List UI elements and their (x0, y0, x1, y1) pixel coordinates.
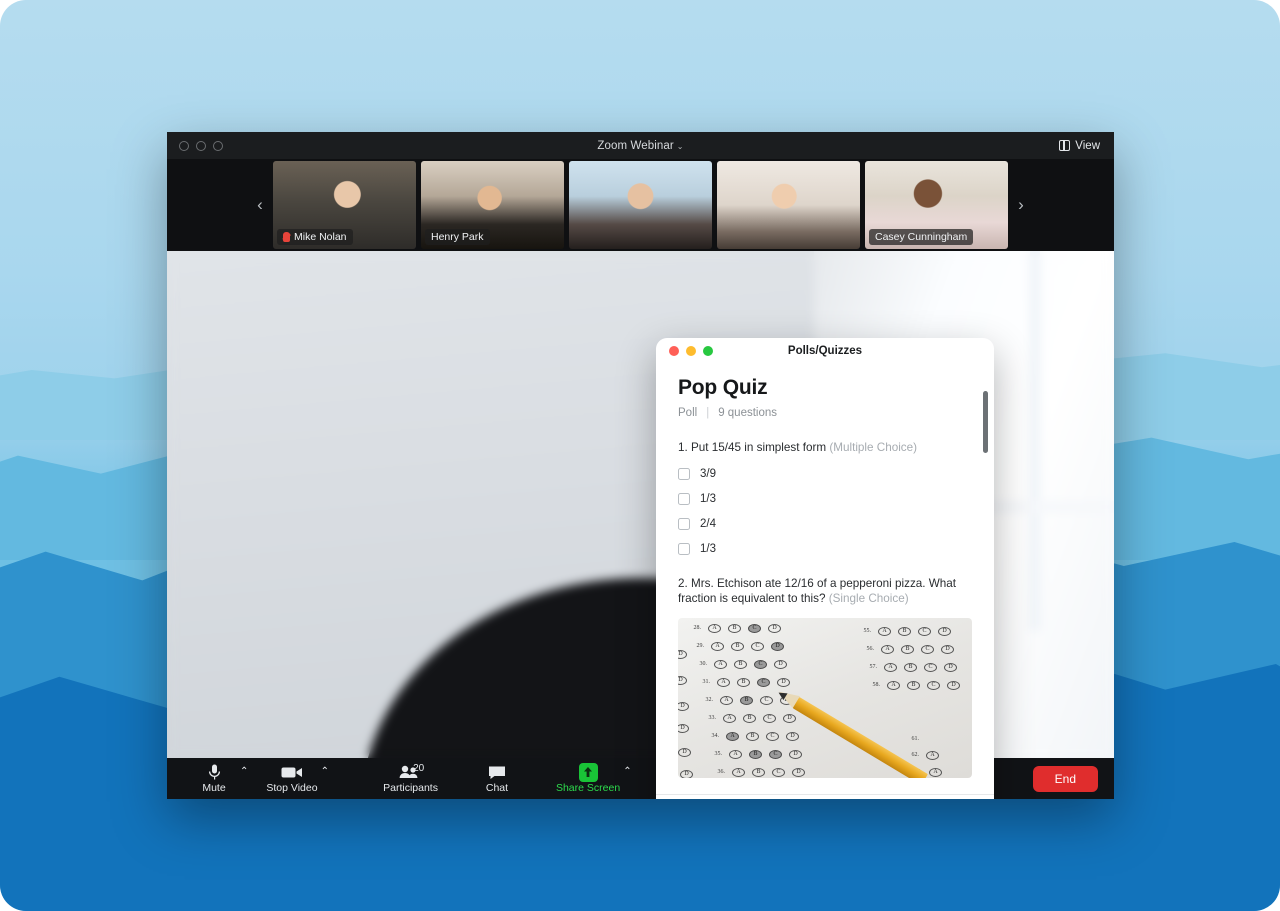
poll-option[interactable]: 3/9 (678, 468, 972, 481)
share-up-arrow-icon (578, 762, 598, 782)
toolbar-left-group: Mute ⌃ Stop Video ⌃ (191, 764, 331, 794)
mute-button-label: Mute (202, 781, 226, 794)
question-2-type: (Single Choice) (828, 591, 909, 605)
participant-name-badge: Casey Cunningham (869, 229, 974, 245)
share-screen-button-label: Share Screen (555, 781, 621, 794)
chat-button[interactable]: Chat (474, 764, 520, 794)
participants-button[interactable]: 20 Participants (383, 762, 438, 794)
participant-name-badge: Henry Park (425, 229, 490, 245)
question-text: 2. Mrs. Etchison ate 12/16 of a pepperon… (678, 577, 972, 606)
participant-name: Mike Nolan (294, 231, 347, 243)
end-meeting-button[interactable]: End (1032, 765, 1098, 792)
poll-question-count: 9 questions (718, 407, 778, 419)
video-options-caret-icon[interactable]: ⌃ (321, 767, 329, 777)
zoom-app-window: Zoom Webinar ⌄ View ‹ Mike Nolan Henry P… (167, 132, 1114, 799)
minimize-icon[interactable] (686, 346, 696, 356)
question-1-text: 1. Put 15/45 in simplest form (678, 441, 827, 454)
dialog-content: Pop Quiz Poll | 9 questions 1. Put 15/45… (656, 364, 994, 794)
stop-video-button-label: Stop Video (266, 781, 318, 794)
grid-view-icon (1059, 140, 1071, 151)
question-text: 1. Put 15/45 in simplest form (Multiple … (678, 441, 972, 455)
checkbox-icon[interactable] (678, 468, 690, 481)
option-label: 3/9 (700, 468, 716, 481)
checkbox-icon[interactable] (678, 543, 690, 556)
share-options-caret-icon[interactable]: ⌃ (623, 767, 631, 777)
participant-name: Henry Park (431, 231, 484, 243)
chevron-right-icon: › (1018, 195, 1024, 214)
question-2-text: 2. Mrs. Etchison ate 12/16 of a pepperon… (678, 577, 957, 605)
participant-tile[interactable] (569, 161, 712, 249)
filmstrip-next-button[interactable]: › (1000, 159, 1042, 251)
participant-name: Casey Cunningham (875, 231, 968, 243)
muted-microphone-icon (283, 232, 290, 242)
poll-question-2: 2. Mrs. Etchison ate 12/16 of a pepperon… (678, 577, 972, 778)
poll-question-1: 1. Put 15/45 in simplest form (Multiple … (678, 441, 972, 556)
dialog-window-controls[interactable] (669, 346, 713, 356)
dialog-scrollbar[interactable] (983, 391, 988, 453)
option-label: 1/3 (700, 543, 716, 556)
dialog-footer: Edit Poll Launch (656, 794, 994, 799)
close-icon[interactable] (179, 140, 189, 151)
view-button[interactable]: View (1059, 140, 1100, 152)
maximize-icon[interactable] (703, 346, 713, 356)
question-1-type: (Multiple Choice) (829, 441, 918, 454)
close-icon[interactable] (669, 346, 679, 356)
window-title: Zoom Webinar ⌄ (167, 140, 1114, 152)
checkbox-icon[interactable] (678, 518, 690, 531)
scantron-bubble-sheet-image: 28.ABCD 29.ABCD 30.ABCD 31.ABCD 32.ABCD … (678, 617, 972, 778)
poll-title: Pop Quiz (678, 376, 768, 399)
participants-button-label: Participants (383, 781, 438, 794)
participant-tile[interactable] (717, 161, 860, 249)
participant-video (717, 161, 860, 249)
poll-type: Poll (678, 407, 698, 419)
video-camera-icon (281, 764, 303, 781)
window-title-text: Zoom Webinar (597, 139, 674, 152)
participant-tile[interactable]: Mike Nolan (273, 161, 416, 249)
chevron-left-icon: ‹ (257, 195, 263, 214)
participants-count: 20 (413, 762, 425, 774)
mute-options-caret-icon[interactable]: ⌃ (240, 767, 248, 777)
polls-quizzes-dialog: Polls/Quizzes Pop Quiz Poll | 9 question… (656, 338, 994, 799)
share-screen-button[interactable]: Share Screen (555, 762, 621, 794)
checkbox-icon[interactable] (678, 493, 690, 506)
poll-meta: Poll | 9 questions (678, 407, 972, 419)
poll-option[interactable]: 1/3 (678, 543, 972, 556)
chevron-down-icon: ⌄ (676, 141, 684, 151)
page-background: Zoom Webinar ⌄ View ‹ Mike Nolan Henry P… (0, 0, 1280, 911)
poll-meta-separator: | (706, 407, 710, 419)
view-button-label: View (1075, 139, 1100, 152)
poll-option[interactable]: 2/4 (678, 518, 972, 531)
option-label: 2/4 (700, 518, 716, 531)
window-titlebar: Zoom Webinar ⌄ View (167, 132, 1114, 159)
chat-button-label: Chat (485, 781, 509, 794)
participant-tile[interactable]: Casey Cunningham (865, 161, 1008, 249)
bubble-sheet-rows: 28.ABCD 29.ABCD 30.ABCD 31.ABCD 32.ABCD … (678, 618, 972, 778)
minimize-icon[interactable] (196, 140, 206, 151)
participant-name-badge: Mike Nolan (277, 229, 353, 245)
stop-video-button[interactable]: Stop Video (266, 764, 318, 794)
dialog-titlebar: Polls/Quizzes (656, 338, 994, 364)
chat-bubble-icon (488, 764, 506, 781)
microphone-icon (208, 764, 221, 781)
option-label: 1/3 (700, 493, 716, 506)
participant-video (569, 161, 712, 249)
mute-button[interactable]: Mute (191, 764, 237, 794)
participant-tile[interactable]: Henry Park (421, 161, 564, 249)
maximize-icon[interactable] (213, 140, 223, 151)
poll-option[interactable]: 1/3 (678, 493, 972, 506)
participant-filmstrip: ‹ Mike Nolan Henry Park Casey Cunningham… (167, 159, 1114, 251)
window-controls[interactable] (179, 140, 223, 151)
